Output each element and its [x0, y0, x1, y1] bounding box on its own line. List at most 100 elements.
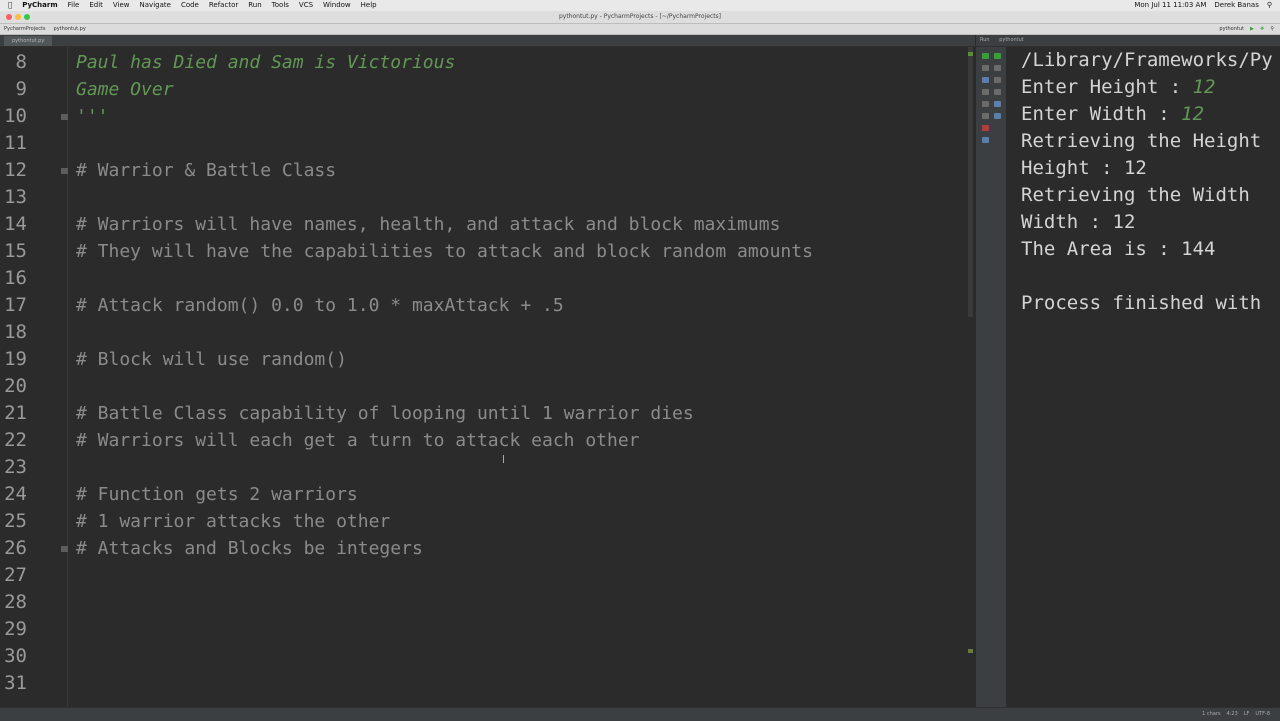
navigation-bar: PycharmProjects pythontut.py pythontut ▶ … — [0, 24, 1280, 35]
help-icon[interactable] — [982, 137, 989, 143]
status-item[interactable]: LF — [1244, 708, 1250, 721]
debug-icon[interactable]: ❖ — [1260, 24, 1264, 34]
menu-item-vcs[interactable]: VCS — [299, 0, 313, 11]
status-item[interactable]: UTF-8 — [1255, 708, 1270, 721]
menu-item-help[interactable]: Help — [361, 0, 377, 11]
up-icon[interactable] — [994, 53, 1001, 59]
code-line[interactable]: 19 # Block will use random() — [0, 346, 975, 373]
console-line: The Area is : 144 — [1021, 236, 1215, 263]
breadcrumb-item[interactable]: PycharmProjects — [4, 24, 46, 34]
line-number: 8 — [15, 51, 27, 73]
code-line[interactable]: 18 — [0, 319, 975, 346]
console-line: Process finished with — [1021, 290, 1261, 317]
code-line[interactable]: 16 — [0, 265, 975, 292]
pin-icon[interactable] — [994, 113, 1001, 119]
status-item[interactable]: 1 chars — [1202, 708, 1220, 721]
code-line[interactable]: 12 # Warrior & Battle Class — [0, 157, 975, 184]
code-line[interactable]: 27 — [0, 562, 975, 589]
console-output-text: Width : 12 — [1021, 211, 1136, 233]
code-line[interactable]: 25 # 1 warrior attacks the other — [0, 508, 975, 535]
code-line[interactable]: 11 — [0, 130, 975, 157]
code-line[interactable]: 26 # Attacks and Blocks be integers — [0, 535, 975, 562]
docstring-text: Game Over — [76, 79, 174, 100]
status-items: 1 chars 4:23 LF UTF-8 — [1202, 708, 1270, 721]
print-icon[interactable] — [994, 77, 1001, 83]
search-everywhere-icon[interactable]: ⚲ — [1270, 24, 1274, 34]
code-line[interactable]: 28 — [0, 589, 975, 616]
code-line[interactable]: 10 ''' — [0, 103, 975, 130]
stop-icon[interactable] — [982, 65, 989, 71]
menu-item-navigate[interactable]: Navigate — [140, 0, 171, 11]
status-bar: 1 chars 4:23 LF UTF-8 — [0, 707, 1280, 721]
user-name[interactable]: Derek Banas — [1214, 0, 1258, 11]
line-number: 12 — [4, 159, 27, 181]
scrollbar-thumb[interactable] — [968, 47, 973, 317]
menu-app-name[interactable]: PyCharm — [22, 0, 57, 11]
menu-left:  PyCharm File Edit View Navigate Code Refact… — [8, 0, 377, 11]
menu-item-refactor[interactable]: Refactor — [209, 0, 238, 11]
breadcrumb-item[interactable]: pythontut.py — [54, 24, 86, 34]
search-icon[interactable]: ⚲ — [1267, 0, 1272, 11]
run-tab[interactable]: pythontut — [999, 37, 1024, 43]
window-title: pythontut.py - PycharmProjects - [~/Pych… — [558, 13, 722, 20]
minimize-window-icon[interactable] — [15, 14, 21, 20]
line-number: 22 — [4, 429, 27, 451]
code-line[interactable]: 29 — [0, 616, 975, 643]
editor-scrollbar[interactable] — [966, 47, 975, 707]
rerun-icon[interactable] — [982, 53, 989, 59]
run-label: Run — [980, 37, 990, 43]
menu-item-run[interactable]: Run — [248, 0, 261, 11]
soft-wrap-icon[interactable] — [982, 101, 989, 107]
fold-marker-icon[interactable] — [61, 114, 68, 120]
code-line[interactable]: 24 # Function gets 2 warriors — [0, 481, 975, 508]
docstring-text: ''' — [76, 106, 109, 127]
menu-item-edit[interactable]: Edit — [89, 0, 103, 11]
apple-icon[interactable]:  — [8, 0, 12, 11]
menu-item-view[interactable]: View — [113, 0, 130, 11]
line-number: 10 — [4, 105, 27, 127]
code-line[interactable]: 13 — [0, 184, 975, 211]
menu-item-file[interactable]: File — [68, 0, 80, 11]
tab-pythontut[interactable]: pythontut.py — [4, 36, 53, 46]
code-line[interactable]: 30 — [0, 643, 975, 670]
run-toolbar — [976, 47, 1006, 707]
run-config-select[interactable]: pythontut — [1219, 24, 1244, 34]
code-editor[interactable]: 8 Paul has Died and Sam is Victorious 9 Gam… — [0, 47, 975, 707]
code-line[interactable]: 21 # Battle Class capability of looping u… — [0, 400, 975, 427]
down-icon[interactable] — [994, 65, 1001, 71]
code-line[interactable]: 22 # Warriors will each get a turn to att… — [0, 427, 975, 454]
close-window-icon[interactable] — [6, 14, 12, 20]
code-line[interactable]: 15 # They will have the capabilities to a… — [0, 238, 975, 265]
run-icon[interactable]: ▶ — [1250, 24, 1254, 34]
zoom-window-icon[interactable] — [24, 14, 30, 20]
console-output[interactable]: /Library/Frameworks/Py Enter Height : 12 E… — [1007, 47, 1280, 707]
code-line[interactable]: 9 Game Over — [0, 76, 975, 103]
error-stripe-mark[interactable] — [968, 52, 973, 56]
status-item[interactable]: 4:23 — [1227, 708, 1238, 721]
console-output-text: Retrieving the Width — [1021, 184, 1250, 206]
code-line[interactable]: 23 — [0, 454, 975, 481]
fold-marker-icon[interactable] — [61, 168, 68, 174]
close-run-icon[interactable] — [982, 125, 989, 131]
console-output-text: Enter Width : — [1021, 103, 1182, 125]
line-number: 28 — [4, 591, 27, 613]
run-panel-header: Run pythontut — [976, 35, 1280, 47]
clear-icon[interactable] — [994, 89, 1001, 95]
dump-threads-icon[interactable] — [982, 89, 989, 95]
menu-item-tools[interactable]: Tools — [272, 0, 289, 11]
code-line[interactable]: 20 — [0, 373, 975, 400]
code-line[interactable]: 31 — [0, 670, 975, 697]
menu-item-code[interactable]: Code — [181, 0, 199, 11]
pause-icon[interactable] — [982, 77, 989, 83]
menu-item-window[interactable]: Window — [323, 0, 351, 11]
line-number: 9 — [15, 78, 27, 100]
clock[interactable]: Mon Jul 11 11:03 AM — [1134, 0, 1206, 11]
fold-marker-icon[interactable] — [61, 546, 68, 552]
code-line[interactable]: 14 # Warriors will have names, health, an… — [0, 211, 975, 238]
code-line[interactable]: 17 # Attack random() 0.0 to 1.0 * maxAtta… — [0, 292, 975, 319]
settings-icon[interactable] — [994, 101, 1001, 107]
error-stripe-mark[interactable] — [968, 649, 973, 653]
scroll-to-end-icon[interactable] — [982, 113, 989, 119]
comment-text: # Warrior & Battle Class — [76, 160, 337, 181]
code-line[interactable]: 8 Paul has Died and Sam is Victorious — [0, 49, 975, 76]
